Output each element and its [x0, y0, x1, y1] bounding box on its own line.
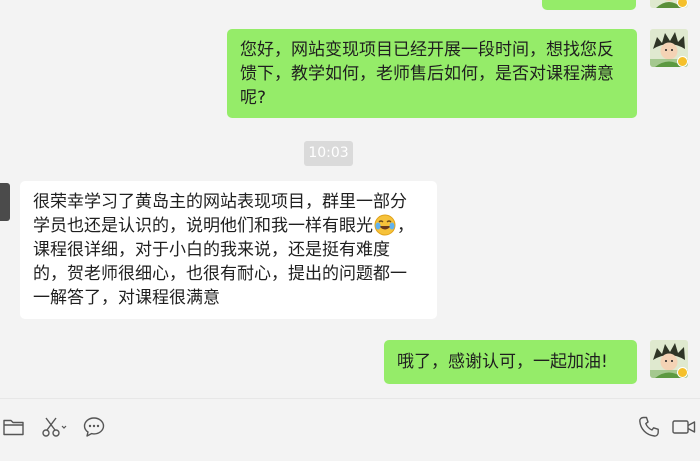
- self-avatar[interactable]: [650, 340, 688, 378]
- message-line: 您好，网站变现项目已经开展一段时间，想找您反: [240, 40, 614, 60]
- input-toolbar: [0, 399, 700, 461]
- message-line: 馈下，教学如何，老师售后如何，是否对课程满意: [240, 64, 614, 84]
- phone-icon[interactable]: [637, 415, 661, 439]
- scissors-icon[interactable]: [40, 415, 68, 439]
- folder-icon[interactable]: [2, 415, 26, 439]
- chat-history[interactable]: 您好，网站变现项目已经开展一段时间，想找您反 馈下，教学如何，老师售后如何，是否…: [0, 0, 700, 398]
- contact-avatar[interactable]: [0, 183, 10, 221]
- message-timestamp: 10:03: [304, 141, 353, 166]
- received-message-bubble[interactable]: 很荣幸学习了黄岛主的网站表现项目，群里一部分 学员也还是认识的，说明他们和我一样…: [20, 181, 437, 319]
- message-line: 课程很详细，对于小白的我来说，还是挺有难度: [33, 240, 390, 260]
- message-line: 的，贺老师很细心，也很有耐心，提出的问题都一: [33, 264, 407, 284]
- sent-message-bubble[interactable]: 您好，网站变现项目已经开展一段时间，想找您反 馈下，教学如何，老师售后如何，是否…: [227, 29, 637, 118]
- vip-badge-icon: [677, 56, 688, 67]
- message-text: 学员也还是认识的，说明他们和我一样有眼光: [33, 216, 373, 236]
- message-line: 一解答了，对课程很满意: [33, 288, 220, 308]
- laughing-tears-emoji-icon: [374, 214, 396, 236]
- self-avatar[interactable]: [650, 29, 688, 67]
- message-line-with-emoji: 学员也还是认识的，说明他们和我一样有眼光 ，: [33, 214, 425, 238]
- previous-message-bubble[interactable]: [542, 0, 636, 10]
- video-icon[interactable]: [671, 415, 697, 439]
- message-line: 很荣幸学习了黄岛主的网站表现项目，群里一部分: [33, 192, 407, 212]
- message-text: ，: [397, 216, 414, 236]
- self-avatar[interactable]: [650, 0, 688, 8]
- chat-bubble-icon[interactable]: [82, 415, 106, 439]
- message-line: 哦了，感谢认可，一起加油!: [397, 352, 608, 372]
- vip-badge-icon: [677, 367, 688, 378]
- sent-message-bubble[interactable]: 哦了，感谢认可，一起加油!: [384, 340, 637, 384]
- message-line: 呢?: [240, 88, 267, 108]
